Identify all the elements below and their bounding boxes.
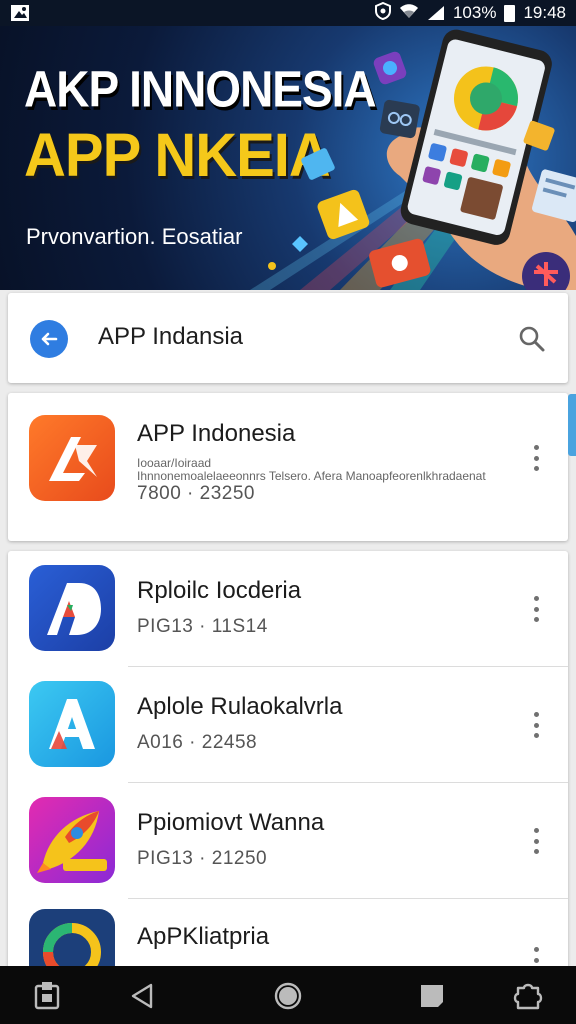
app-description: Ihnnonemoalelaeeonnrs Telsero. Afera Man… — [137, 469, 486, 483]
app-title: Rploilc Iocderia — [137, 577, 302, 604]
list-item[interactable]: Aplole Rulaokalvrla A016 · 22458 — [8, 667, 568, 782]
home-icon[interactable] — [272, 980, 304, 1012]
puzzle-icon[interactable] — [512, 980, 544, 1012]
app-screen: 103% 19:48 AKP INNONESIA APP NKEIA Prvon… — [0, 0, 576, 1024]
status-right: 103% 19:48 — [374, 1, 566, 25]
signal-icon — [427, 5, 445, 21]
promo-banner[interactable]: AKP INNONESIA APP NKEIA Prvonvartion. Eo… — [0, 26, 576, 290]
app-logo-ring-icon — [29, 909, 115, 971]
shield-icon — [374, 1, 391, 25]
more-options-icon[interactable] — [532, 596, 540, 622]
app-logo-cyan-a-icon — [29, 681, 115, 767]
results-list: Rploilc Iocderia PIG13 · 11S14 Aplole Ru… — [8, 551, 568, 971]
list-item[interactable]: Rploilc Iocderia PIG13 · 11S14 — [8, 551, 568, 666]
wifi-icon — [399, 2, 419, 25]
search-input[interactable]: APP Indansia — [98, 323, 243, 351]
clock: 19:48 — [523, 3, 566, 22]
app-title: Aplole Rulaokalvrla — [137, 693, 343, 720]
more-options-icon[interactable] — [532, 828, 540, 854]
square-icon[interactable] — [416, 980, 448, 1012]
navigation-bar — [0, 966, 576, 1024]
search-button[interactable] — [516, 323, 548, 355]
app-logo-blue-a-icon — [29, 565, 115, 651]
list-item[interactable]: Ppiomiovt Wanna PIG13 · 21250 — [8, 783, 568, 898]
back-button[interactable] — [30, 320, 68, 358]
app-logo-orange-icon — [29, 415, 115, 501]
search-bar[interactable]: APP Indansia — [8, 293, 568, 383]
app-meta: A016 · 22458 — [137, 732, 258, 753]
search-icon — [519, 326, 545, 352]
featured-result-card[interactable]: APP Indonesia Iooaar/Ioiraad Ihnnonemoal… — [8, 393, 568, 541]
more-options-icon[interactable] — [532, 445, 540, 471]
battery-percent: 103% — [452, 3, 497, 22]
app-title: Ppiomiovt Wanna — [137, 809, 325, 836]
app-meta: PIG13 · 21250 — [137, 848, 268, 869]
battery-icon — [504, 4, 516, 22]
back-icon[interactable] — [127, 980, 159, 1012]
arrow-left-icon — [41, 332, 58, 346]
status-bar: 103% 19:48 — [0, 0, 576, 26]
app-developer: Iooaar/Ioiraad — [137, 456, 212, 470]
more-options-icon[interactable] — [532, 712, 540, 738]
phone-illustration — [268, 29, 576, 290]
gallery-icon — [10, 4, 30, 22]
app-meta: PIG13 · 11S14 — [137, 616, 268, 637]
recents-app-icon[interactable] — [31, 980, 63, 1012]
app-logo-rocket-icon — [29, 797, 115, 883]
side-tab-handle[interactable] — [568, 394, 576, 456]
list-item[interactable]: ApPKliatpria — [8, 899, 568, 971]
app-meta: 7800 · 23250 — [137, 483, 255, 504]
app-title: APP Indonesia — [137, 420, 296, 447]
app-title: ApPKliatpria — [137, 923, 270, 950]
